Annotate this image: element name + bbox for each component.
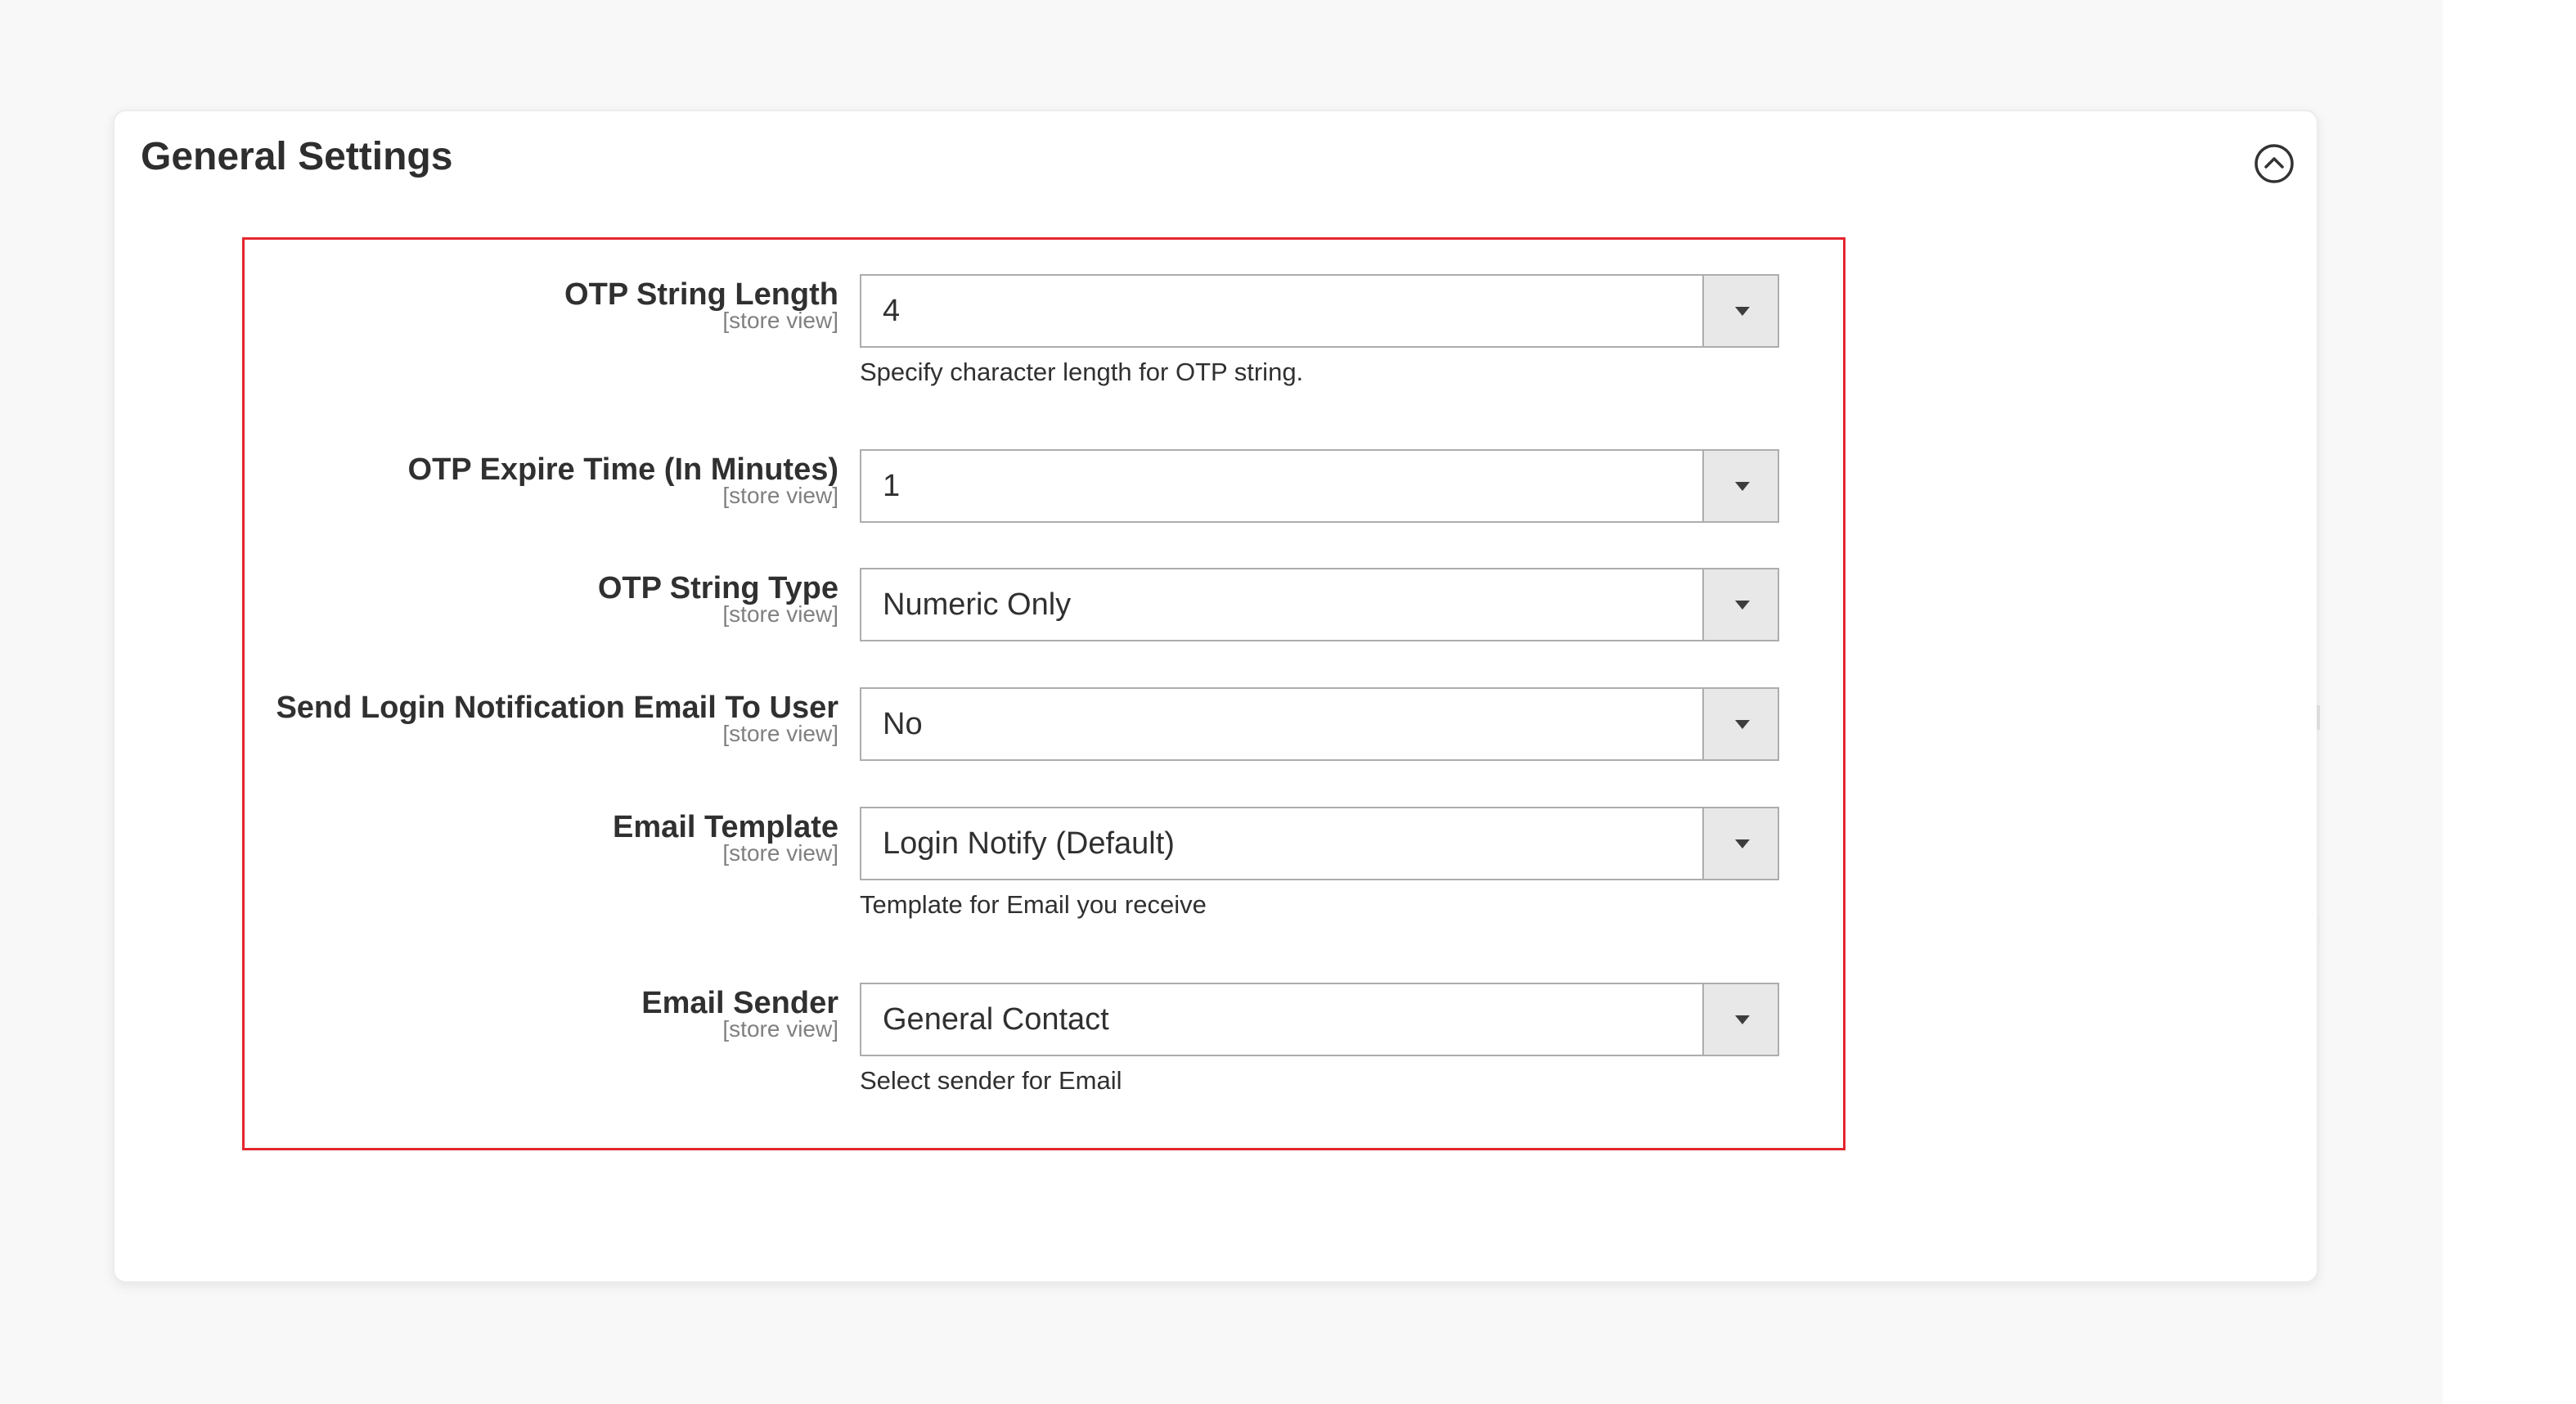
section-title[interactable]: General Settings [141,134,452,179]
otp-string-type-select[interactable]: Numeric Only [860,568,1779,641]
email-template-select[interactable]: Login Notify (Default) [860,807,1779,880]
dropdown-arrow-icon[interactable] [1702,276,1778,346]
select-value: General Contact [883,1002,1109,1037]
dropdown-arrow-icon[interactable] [1702,451,1778,521]
select-value: No [883,707,923,741]
field-note: Template for Email you receive [860,890,1207,919]
dropdown-arrow-icon[interactable] [1702,569,1778,640]
otp-string-length-select[interactable]: 4 [860,274,1779,348]
select-value: Login Notify (Default) [883,826,1175,861]
dropdown-arrow-icon[interactable] [1702,808,1778,879]
dropdown-arrow-icon[interactable] [1702,689,1778,759]
highlighted-fields-box: OTP String Length [store view] 4 Specify… [242,237,1845,1150]
general-settings-panel: General Settings OTP String Length [stor… [113,110,2318,1283]
page-right-background [2443,0,2576,1404]
select-value: 1 [883,469,901,503]
chevron-up-circle-icon[interactable] [2253,142,2295,185]
field-label-group: Send Login Notification Email To User [s… [276,689,838,746]
edge-mark [2317,705,2320,730]
field-note: Select sender for Email [860,1066,1122,1095]
field-label-group: OTP String Type [store view] [598,569,838,627]
edge-mark [2317,916,2320,944]
select-value: Numeric Only [883,587,1072,622]
field-label-group: OTP Expire Time (In Minutes) [store view… [408,451,838,508]
field-label-group: OTP String Length [store view] [564,276,838,333]
field-note: Specify character length for OTP string. [860,358,1304,386]
email-sender-select[interactable]: General Contact [860,983,1779,1056]
dropdown-arrow-icon[interactable] [1702,984,1778,1055]
field-label-group: Email Sender [store view] [641,984,838,1042]
send-login-notification-select[interactable]: No [860,687,1779,761]
field-label-group: Email Template [store view] [613,808,838,866]
select-value: 4 [883,294,901,328]
otp-expire-time-select[interactable]: 1 [860,449,1779,523]
